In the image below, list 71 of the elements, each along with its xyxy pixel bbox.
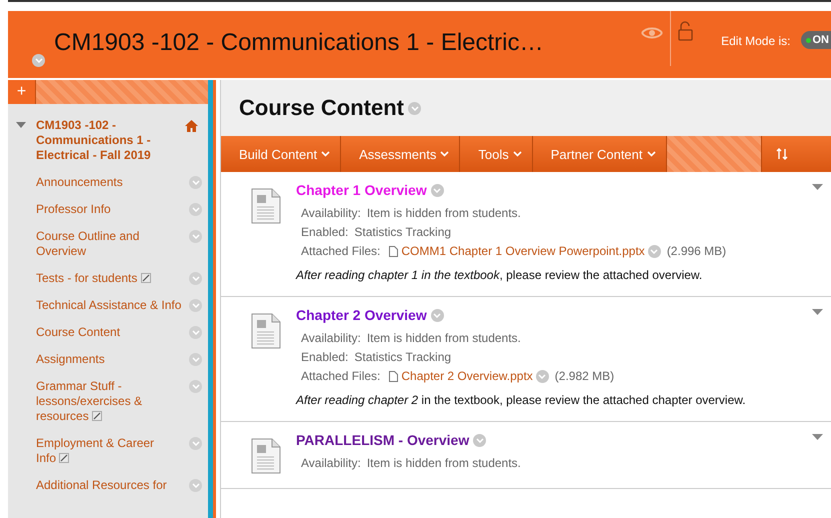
detail-label: Attached Files: — [301, 368, 380, 385]
document-icon — [251, 438, 281, 474]
menu-link[interactable]: Additional Resources for — [36, 478, 167, 493]
course-menu-title[interactable]: CM1903 -102 - Communications 1 - Electrical - Fall 2019 — [36, 118, 185, 163]
detail-value: Item is hidden from students. — [366, 205, 521, 222]
toolbar-menu-button[interactable]: Tools — [460, 136, 533, 172]
chevron-icon[interactable] — [189, 437, 202, 450]
detail-label: Availability: — [301, 205, 361, 222]
detail-value: Item is hidden from students. — [366, 330, 521, 347]
chevron-icon[interactable] — [189, 380, 202, 393]
detail-label: Attached Files: — [301, 243, 380, 260]
item-title-link[interactable]: Chapter 2 Overview — [296, 307, 427, 323]
chevron-icon[interactable] — [648, 245, 661, 258]
toolbar-menu-button[interactable]: Assessments — [341, 136, 460, 172]
file-icon — [389, 371, 398, 382]
detail-value: Statistics Tracking — [354, 224, 452, 241]
chevron-icon[interactable] — [536, 370, 549, 383]
page-title: Course Content — [239, 95, 404, 121]
menu-link[interactable]: Course Content — [36, 325, 120, 340]
course-title: CM1903 -102 - Communications 1 - Electric… — [54, 29, 544, 57]
chevron-icon[interactable] — [189, 230, 202, 243]
menu-link[interactable]: Assignments — [36, 352, 105, 367]
detail-label: Enabled: — [301, 224, 348, 241]
menu-chevron-icon[interactable] — [32, 54, 45, 67]
chevron-down-icon — [321, 151, 330, 157]
item-description: After reading chapter 2 in the textbook, please review the attached chapter overview. — [296, 393, 747, 407]
toolbar-menu-button[interactable]: Build Content — [221, 136, 342, 172]
menu-link[interactable]: Technical Assistance & Info — [36, 298, 182, 313]
menu-link[interactable]: Tests - for students — [36, 271, 151, 286]
chevron-down-icon — [440, 151, 450, 157]
dropdown-triangle-icon[interactable] — [812, 434, 823, 440]
item-description: After reading chapter 1 in the textbook, please review the attached overview. — [296, 268, 704, 282]
file-size: (2.996 MB) — [666, 243, 726, 260]
chevron-icon[interactable] — [189, 272, 202, 285]
detail-label: Enabled: — [301, 349, 348, 366]
detail-label: Availability: — [301, 455, 361, 472]
chevron-down-icon — [646, 151, 656, 157]
menu-link[interactable]: Announcements — [36, 175, 123, 190]
chevron-icon[interactable] — [189, 353, 202, 366]
chevron-icon[interactable] — [189, 203, 202, 216]
chevron-icon[interactable] — [408, 102, 421, 114]
chevron-icon[interactable] — [189, 176, 202, 189]
menu-link[interactable]: Course Outline and Overview — [36, 229, 186, 259]
item-title-link[interactable]: Chapter 1 Overview — [296, 182, 427, 198]
file-icon — [389, 246, 398, 257]
edit-mode-label: Edit Mode is: — [721, 34, 790, 48]
chevron-icon[interactable] — [189, 299, 202, 312]
chevron-icon[interactable] — [430, 308, 444, 322]
chevron-down-icon — [512, 151, 522, 157]
item-title-link[interactable]: PARALLELISM - Overview — [296, 432, 470, 448]
expand-triangle-icon[interactable] — [16, 122, 26, 128]
detail-value: Item is hidden from students. — [366, 455, 521, 472]
file-size: (2.982 MB) — [554, 368, 614, 385]
chevron-icon[interactable] — [189, 479, 202, 492]
file-link[interactable]: COMM1 Chapter 1 Overview Powerpoint.pptx — [401, 242, 645, 261]
document-icon — [251, 188, 281, 224]
detail-value: Statistics Tracking — [354, 349, 452, 366]
chevron-icon[interactable] — [473, 434, 486, 446]
eye-icon[interactable] — [640, 25, 664, 41]
menu-link[interactable]: Employment & Career Info — [36, 436, 176, 466]
chevron-icon[interactable] — [189, 326, 202, 339]
menu-link[interactable]: Grammar Stuff - lessons/exercises & resources — [36, 379, 186, 424]
unlocked-padlock-icon[interactable] — [677, 21, 696, 41]
edit-mode-toggle[interactable]: ON — [800, 31, 831, 49]
dropdown-triangle-icon[interactable] — [812, 309, 823, 315]
detail-label: Availability: — [301, 330, 361, 347]
dropdown-triangle-icon[interactable] — [812, 184, 823, 190]
menu-link[interactable]: Professor Info — [36, 202, 111, 217]
document-icon — [251, 313, 281, 349]
chevron-icon[interactable] — [430, 184, 444, 196]
file-link[interactable]: Chapter 2 Overview.pptx — [401, 367, 533, 386]
